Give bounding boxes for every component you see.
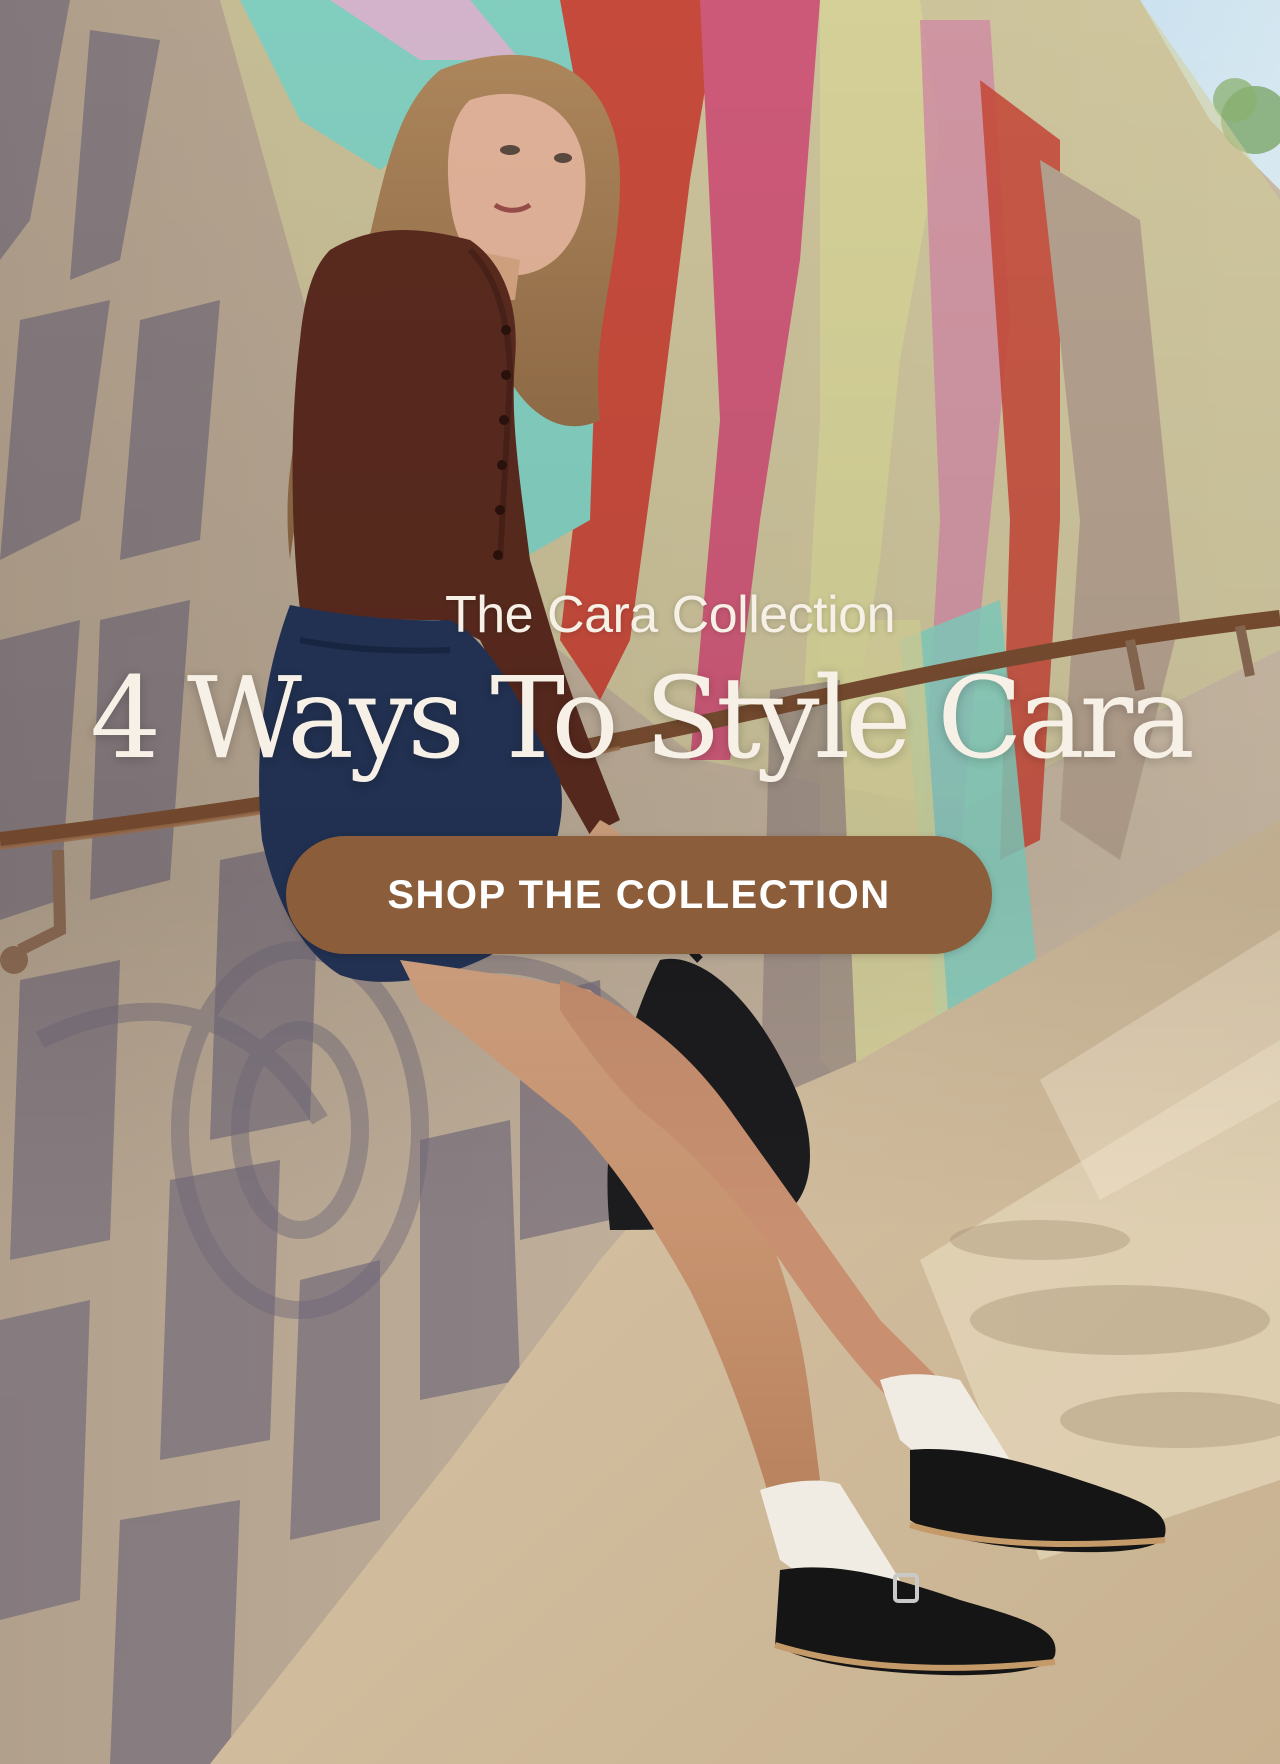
- hero-banner: The Cara Collection 4 Ways To Style Cara…: [0, 0, 1280, 1764]
- shop-collection-button-label: SHOP THE COLLECTION: [387, 872, 891, 917]
- hero-headline: 4 Ways To Style Cara: [90, 654, 1195, 784]
- shop-collection-button[interactable]: SHOP THE COLLECTION: [286, 836, 992, 954]
- hero-copy: The Cara Collection 4 Ways To Style Cara: [0, 585, 1280, 783]
- collection-eyebrow: The Cara Collection: [444, 586, 896, 644]
